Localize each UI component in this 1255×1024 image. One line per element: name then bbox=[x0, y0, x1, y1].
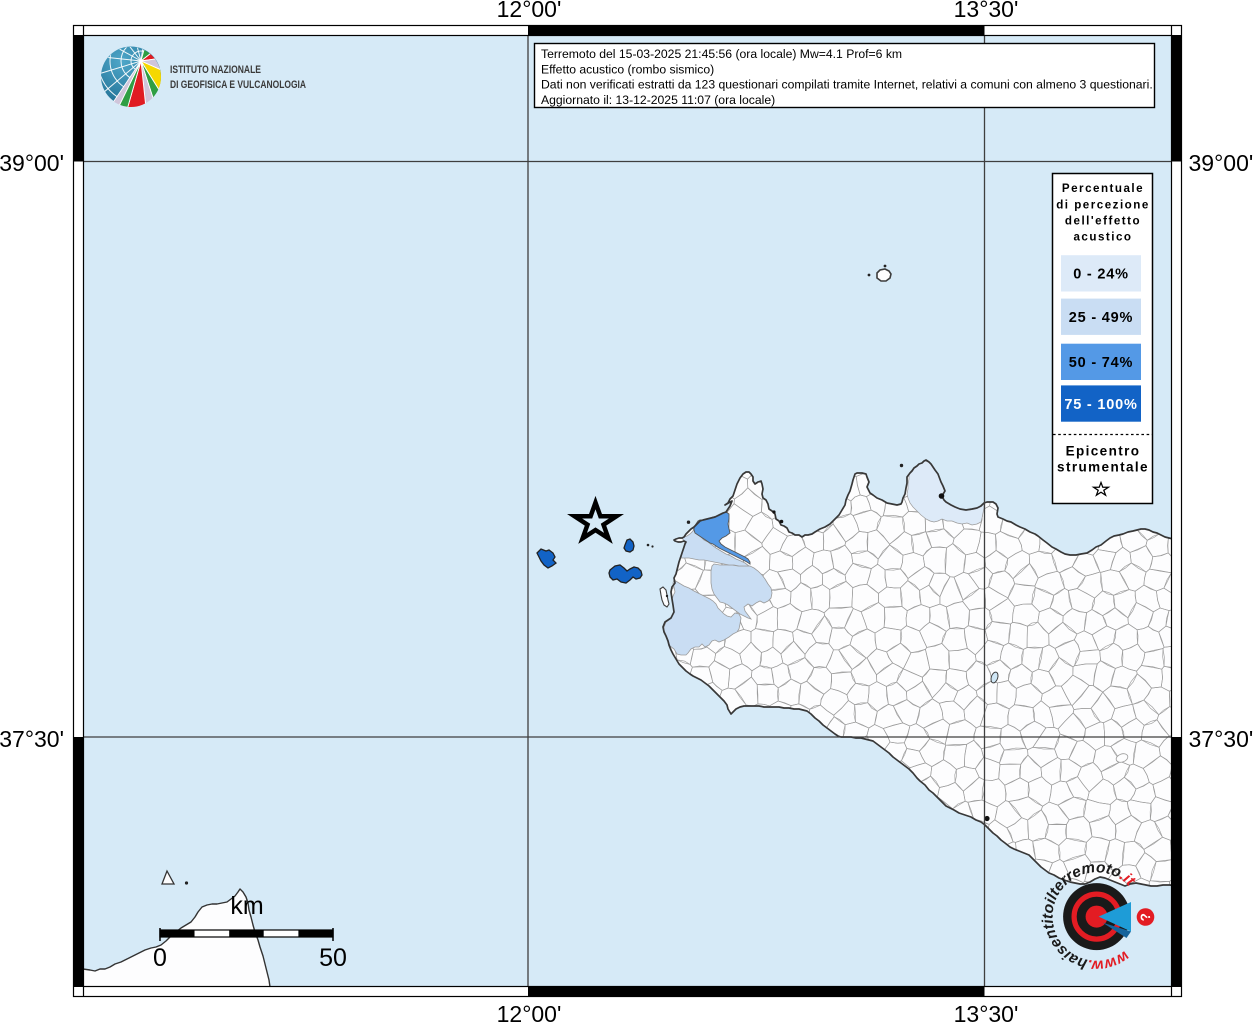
svg-text:50: 50 bbox=[319, 944, 347, 972]
svg-text:0 - 24%: 0 - 24% bbox=[1073, 267, 1129, 283]
svg-text:75 - 100%: 75 - 100% bbox=[1064, 397, 1137, 413]
svg-text:Terremoto del 15-03-2025 21:45: Terremoto del 15-03-2025 21:45:56 (ora l… bbox=[541, 47, 902, 61]
svg-text:DI GEOFISICA E VULCANOLOGIA: DI GEOFISICA E VULCANOLOGIA bbox=[170, 79, 306, 91]
svg-text:25 - 49%: 25 - 49% bbox=[1069, 310, 1133, 326]
svg-text:12°00': 12°00' bbox=[497, 0, 562, 22]
svg-text:di percezione: di percezione bbox=[1056, 199, 1150, 212]
svg-text:ISTITUTO NAZIONALE: ISTITUTO NAZIONALE bbox=[170, 64, 261, 76]
svg-text:Percentuale: Percentuale bbox=[1062, 182, 1144, 195]
svg-text:Epicentro: Epicentro bbox=[1066, 444, 1141, 459]
svg-text:km: km bbox=[230, 892, 263, 920]
svg-text:39°00': 39°00' bbox=[1189, 150, 1254, 176]
svg-text:dell'effetto: dell'effetto bbox=[1065, 215, 1141, 228]
svg-text:Dati non verificati estratti d: Dati non verificati estratti da 123 ques… bbox=[541, 78, 1153, 92]
svg-text:13°30': 13°30' bbox=[954, 1001, 1019, 1024]
svg-text:Effetto acustico (rombo sismic: Effetto acustico (rombo sismico) bbox=[541, 62, 714, 76]
svg-text:0: 0 bbox=[153, 944, 167, 972]
svg-text:50 - 74%: 50 - 74% bbox=[1069, 355, 1133, 371]
svg-text:37°30': 37°30' bbox=[1189, 726, 1254, 752]
svg-text:12°00': 12°00' bbox=[497, 1001, 562, 1024]
svg-text:?: ? bbox=[1138, 912, 1154, 922]
svg-text:strumentale: strumentale bbox=[1057, 460, 1149, 475]
svg-text:Aggiornato il: 13-12-2025 11:0: Aggiornato il: 13-12-2025 11:07 (ora loc… bbox=[541, 93, 775, 107]
svg-text:13°30': 13°30' bbox=[954, 0, 1019, 22]
svg-text:39°00': 39°00' bbox=[0, 150, 64, 176]
svg-text:acustico: acustico bbox=[1073, 231, 1132, 244]
svg-text:37°30': 37°30' bbox=[0, 726, 64, 752]
